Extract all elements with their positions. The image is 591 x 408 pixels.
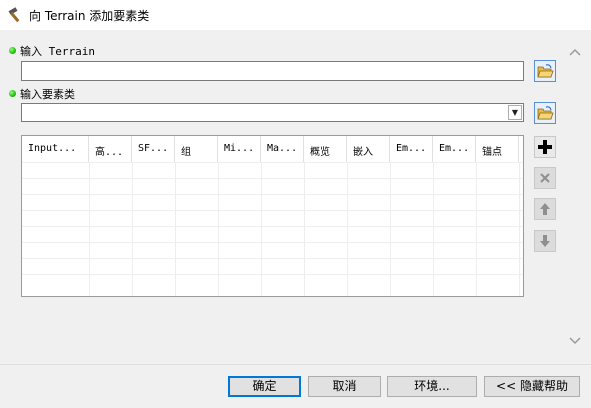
feature-class-table[interactable]: Input... 高... SF... 组 Mi... Ma... 概览 嵌入 … bbox=[21, 135, 524, 297]
environments-button[interactable]: 环境... bbox=[387, 376, 477, 397]
move-up-button[interactable] bbox=[534, 198, 556, 220]
column-header[interactable]: Mi... bbox=[218, 136, 261, 162]
column-header[interactable]: 组 bbox=[175, 136, 218, 162]
table-row-divider bbox=[22, 274, 523, 275]
arrow-down-icon bbox=[540, 235, 550, 247]
browse-terrain-button[interactable] bbox=[534, 60, 556, 82]
open-folder-icon bbox=[537, 64, 554, 78]
table-row-divider bbox=[22, 194, 523, 195]
table-row-divider bbox=[22, 242, 523, 243]
hammer-icon bbox=[8, 7, 20, 23]
column-header[interactable]: 概览 bbox=[304, 136, 347, 162]
move-down-button[interactable] bbox=[534, 230, 556, 252]
table-col-divider bbox=[218, 162, 219, 296]
dialog-button-bar: 确定 取消 环境... << 隐藏帮助 bbox=[0, 364, 591, 408]
table-col-divider bbox=[261, 162, 262, 296]
table-row-divider bbox=[22, 210, 523, 211]
dropdown-arrow-icon[interactable]: ▼ bbox=[508, 105, 522, 120]
table-header: Input... 高... SF... 组 Mi... Ma... 概览 嵌入 … bbox=[22, 136, 523, 162]
browse-feature-class-button[interactable] bbox=[534, 102, 556, 124]
required-dot-icon bbox=[9, 90, 16, 97]
scroll-up-icon[interactable] bbox=[567, 45, 583, 59]
table-col-divider bbox=[89, 162, 90, 296]
remove-row-button[interactable] bbox=[534, 167, 556, 189]
cancel-button[interactable]: 取消 bbox=[308, 376, 381, 397]
delete-x-icon bbox=[540, 173, 550, 183]
ok-button[interactable]: 确定 bbox=[228, 376, 301, 397]
scroll-down-icon[interactable] bbox=[567, 334, 583, 348]
hide-help-button[interactable]: << 隐藏帮助 bbox=[484, 376, 580, 397]
table-col-divider bbox=[132, 162, 133, 296]
column-header[interactable]: Input... bbox=[22, 136, 89, 162]
table-col-divider bbox=[304, 162, 305, 296]
table-col-divider bbox=[433, 162, 434, 296]
title-bar: 向 Terrain 添加要素类 bbox=[0, 0, 591, 30]
add-row-button[interactable] bbox=[534, 136, 556, 158]
column-header[interactable]: Em... bbox=[433, 136, 476, 162]
column-header[interactable]: 高... bbox=[89, 136, 132, 162]
column-header[interactable]: 嵌入 bbox=[347, 136, 390, 162]
column-header[interactable]: 锚点 bbox=[476, 136, 519, 162]
input-terrain-field[interactable] bbox=[21, 61, 524, 81]
window-title: 向 Terrain 添加要素类 bbox=[29, 9, 150, 23]
input-terrain-label: 输入 Terrain bbox=[20, 45, 95, 58]
table-row-divider bbox=[22, 162, 523, 163]
table-col-divider bbox=[347, 162, 348, 296]
input-feature-class-label: 输入要素类 bbox=[20, 88, 75, 101]
column-header[interactable]: Em... bbox=[390, 136, 433, 162]
table-col-divider bbox=[476, 162, 477, 296]
table-col-divider bbox=[519, 162, 520, 296]
column-header[interactable]: Ma... bbox=[261, 136, 304, 162]
input-feature-class-combo[interactable]: ▼ bbox=[21, 103, 524, 122]
column-header[interactable]: SF... bbox=[132, 136, 175, 162]
plus-icon bbox=[538, 140, 552, 154]
table-row-divider bbox=[22, 178, 523, 179]
arrow-up-icon bbox=[540, 203, 550, 215]
required-dot-icon bbox=[9, 47, 16, 54]
open-folder-icon bbox=[537, 106, 554, 120]
table-row-divider bbox=[22, 226, 523, 227]
table-row-divider bbox=[22, 258, 523, 259]
table-col-divider bbox=[390, 162, 391, 296]
table-col-divider bbox=[175, 162, 176, 296]
